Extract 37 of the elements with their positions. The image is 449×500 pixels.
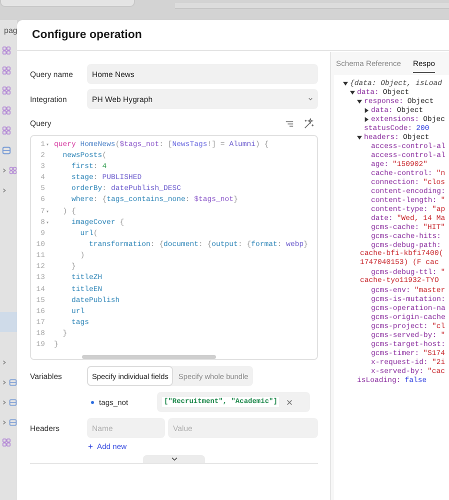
sidebar-item[interactable]: pag — [0, 20, 17, 40]
plus-icon — [88, 444, 93, 449]
search-field[interactable] — [0, 0, 135, 7]
page-icon — [9, 398, 17, 406]
chevron-down-icon — [170, 457, 178, 461]
dialog-title: Configure operation — [32, 29, 142, 41]
page-icon — [9, 378, 17, 386]
format-icon[interactable] — [285, 119, 294, 128]
expanded-arrow-icon[interactable] — [357, 99, 362, 104]
collapsed-arrow-icon[interactable] — [364, 117, 369, 122]
component-icon — [2, 438, 11, 446]
code-editor[interactable] — [30, 135, 318, 360]
chevron-icon[interactable] — [2, 360, 7, 364]
chevron-icon[interactable] — [2, 380, 7, 384]
component-icon — [2, 126, 11, 134]
bullet-icon — [91, 400, 94, 404]
expanded-arrow-icon[interactable] — [357, 135, 362, 140]
component-icon — [2, 86, 11, 94]
component-icon — [2, 66, 11, 74]
chevron-icon[interactable] — [2, 400, 7, 404]
chevron-down-icon — [308, 97, 313, 101]
page-icon — [2, 146, 11, 154]
expanded-arrow-icon[interactable] — [343, 81, 348, 86]
chevron-icon[interactable] — [2, 188, 7, 192]
magic-wand-icon[interactable] — [303, 118, 314, 129]
chevron-icon[interactable] — [2, 420, 7, 424]
collapsed-arrow-icon[interactable] — [364, 108, 369, 113]
scrollbar[interactable] — [82, 354, 216, 359]
component-icon — [2, 46, 11, 54]
component-icon — [2, 106, 11, 114]
close-icon[interactable] — [286, 398, 294, 406]
expand-button[interactable] — [143, 455, 205, 463]
page-icon — [9, 418, 17, 426]
chevron-icon[interactable] — [2, 168, 7, 172]
page-name[interactable]: pag — [4, 26, 17, 34]
component-icon — [9, 166, 17, 174]
expanded-arrow-icon[interactable] — [350, 90, 355, 95]
